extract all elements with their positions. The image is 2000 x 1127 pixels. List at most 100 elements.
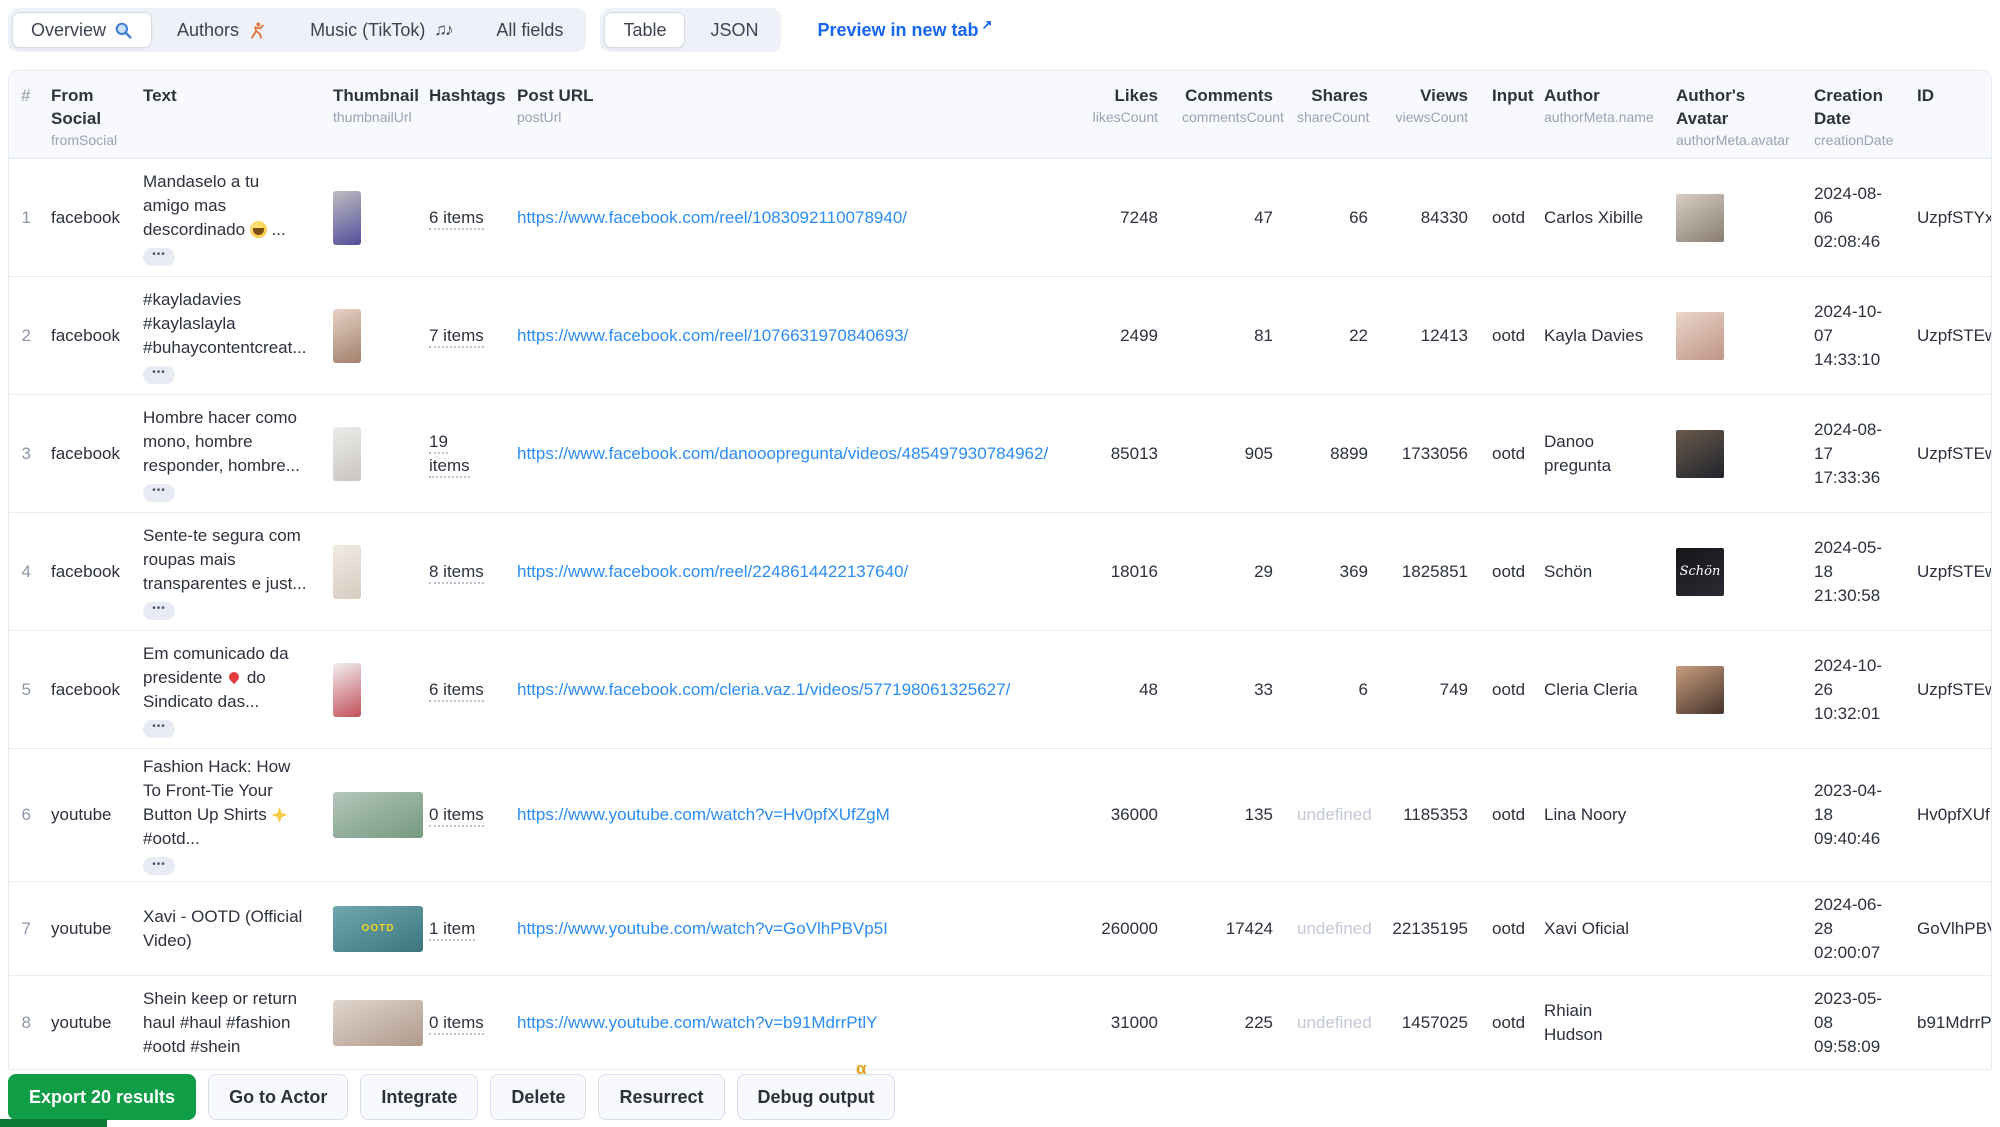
cell-from-social: youtube [51,918,112,938]
column-header: Views viewsCount [1380,84,1480,148]
column-label: Comments [1185,86,1273,105]
go-to-actor-button[interactable]: Go to Actor [208,1074,349,1120]
cell-thumbnail: OOTD [321,900,423,958]
expand-text-button[interactable]: ••• [143,483,175,502]
format-tab-group: Table JSON [600,8,782,52]
thumbnail-image [333,426,361,481]
tab-overview[interactable]: Overview [12,12,153,48]
cell-id: UzpfSTYx [1917,207,1992,227]
post-url-link[interactable]: https://www.facebook.com/reel/2248614422… [517,562,908,581]
cell-hashtags: 6 items [417,672,505,708]
hashtags-expand-link[interactable]: 8 items [429,561,484,584]
external-link-icon: ↗ [981,16,993,32]
cell-author-avatar [1664,1017,1802,1029]
cell-text: #kayladavies #kaylaslayla #buhaycontentc… [131,282,321,390]
column-header: Text [131,84,321,148]
cell-from-social: facebook [51,561,120,581]
cell-creation-date: 2023-05-08 09:58:09 [1814,988,1883,1056]
author-avatar-image [1676,665,1724,714]
hashtags-expand-link[interactable]: 19 items [429,431,470,478]
hashtags-expand-link[interactable]: 0 items [429,1012,484,1035]
cell-views: 1733056 [1401,443,1468,463]
cell-thumbnail [321,421,417,487]
cell-comments: 29 [1254,561,1273,581]
column-header: Input [1480,84,1534,148]
post-url-link[interactable]: https://www.youtube.com/watch?v=Hv0pfXUf… [517,805,890,824]
cell-creation-date: 2024-05-18 21:30:58 [1814,537,1883,605]
author-avatar-image [1676,311,1724,360]
hashtags-expand-link[interactable]: 7 items [429,325,484,348]
integrate-button[interactable]: Integrate [360,1074,479,1120]
cell-post-url: https://www.youtube.com/watch?v=Hv0pfXUf… [505,797,1075,833]
expand-text-button[interactable]: ••• [143,247,175,266]
magnifier-icon [114,21,133,40]
resurrect-button[interactable]: Resurrect [598,1074,725,1120]
column-label: # [21,86,31,105]
expand-text-button[interactable]: ••• [143,719,175,738]
post-url-link[interactable]: https://www.youtube.com/watch?v=GoVlhPBV… [517,919,888,938]
cell-post-url: https://www.youtube.com/watch?v=b91MdrrP… [505,1005,1075,1041]
joy-emoji [249,220,267,238]
tab-label: All fields [496,19,564,40]
post-url-link[interactable]: https://www.facebook.com/danooopregunta/… [517,444,1048,463]
tab-music-tiktok[interactable]: Music (TikTok) ♫♪ [291,12,471,48]
cell-views: 84330 [1420,207,1468,227]
cell-creation-date: 2024-08-17 17:33:36 [1814,419,1883,487]
cell-hashtags: 0 items [417,1005,505,1041]
debug-output-button[interactable]: Debug output α [736,1059,896,1120]
format-tab-json[interactable]: JSON [691,12,777,48]
format-tab-table[interactable]: Table [604,12,686,48]
cell-from-social: youtube [51,1012,112,1032]
table-row: 2 facebook #kayladavies #kaylaslayla #bu… [9,277,1991,395]
column-label: Author's Avatar [1676,86,1746,128]
cell-views: 1825851 [1401,561,1468,581]
post-url-link[interactable]: https://www.youtube.com/watch?v=b91MdrrP… [517,1013,877,1032]
thumbnail-image [333,190,361,245]
author-avatar-image [1676,193,1724,242]
preview-in-new-tab-link[interactable]: Preview in new tab ↗ [817,16,993,41]
cell-id: UzpfSTEw [1917,443,1992,463]
delete-button[interactable]: Delete [490,1074,587,1120]
tab-authors[interactable]: Authors [158,12,285,48]
expand-text-button[interactable]: ••• [143,601,175,620]
export-secondary-button-partial[interactable] [0,1119,107,1127]
cell-comments: 17424 [1225,918,1273,938]
cell-creation-date: 2023-04-18 09:40:46 [1814,781,1883,848]
column-header: Likes likesCount [1075,84,1170,148]
hashtags-expand-link[interactable]: 6 items [429,207,484,230]
cell-text: Em comunicado da presidente do Sindicato… [131,636,321,744]
hashtags-expand-link[interactable]: 0 items [429,805,484,827]
cell-likes: 31000 [1110,1012,1158,1032]
tab-label: Authors [177,19,240,40]
post-url-link[interactable]: https://www.facebook.com/cleria.vaz.1/vi… [517,680,1010,699]
cell-likes: 36000 [1110,805,1158,824]
cell-input: ootd [1492,207,1526,227]
column-field-key: commentsCount [1182,109,1284,125]
expand-text-button[interactable]: ••• [143,365,175,384]
post-url-link[interactable]: https://www.facebook.com/reel/1083092110… [517,208,907,227]
footer-button-label: Resurrect [619,1086,704,1107]
tab-all-fields[interactable]: All fields [477,12,582,48]
thumbnail-image [333,308,361,363]
cell-input: ootd [1492,561,1526,581]
post-url-link[interactable]: https://www.facebook.com/reel/1076631970… [517,326,908,345]
hashtags-expand-link[interactable]: 1 item [429,918,476,941]
cell-shares: 66 [1349,207,1368,227]
column-field-key: likesCount [1092,109,1158,125]
export-20-results-button[interactable]: Export 20 results [8,1074,197,1120]
cell-hashtags: 0 items [417,797,505,833]
hashtags-expand-link[interactable]: 6 items [429,679,484,702]
column-label: Views [1420,86,1468,105]
thumbnail-image [333,544,361,599]
cell-thumbnail [321,539,417,605]
cell-id: Hv0pfXUf [1917,805,1990,824]
expand-text-button[interactable]: ••• [143,857,175,875]
cell-input: ootd [1492,443,1526,463]
cell-author: Xavi Oficial [1544,918,1630,938]
cell-creation-date: 2024-10-26 10:32:01 [1814,655,1883,723]
column-label: Hashtags [429,86,506,105]
footer-button-label: Delete [511,1086,566,1107]
cell-shares: undefined [1297,918,1372,938]
music-notes-icon: ♫♪ [434,20,453,39]
cell-author-avatar [1664,923,1802,935]
